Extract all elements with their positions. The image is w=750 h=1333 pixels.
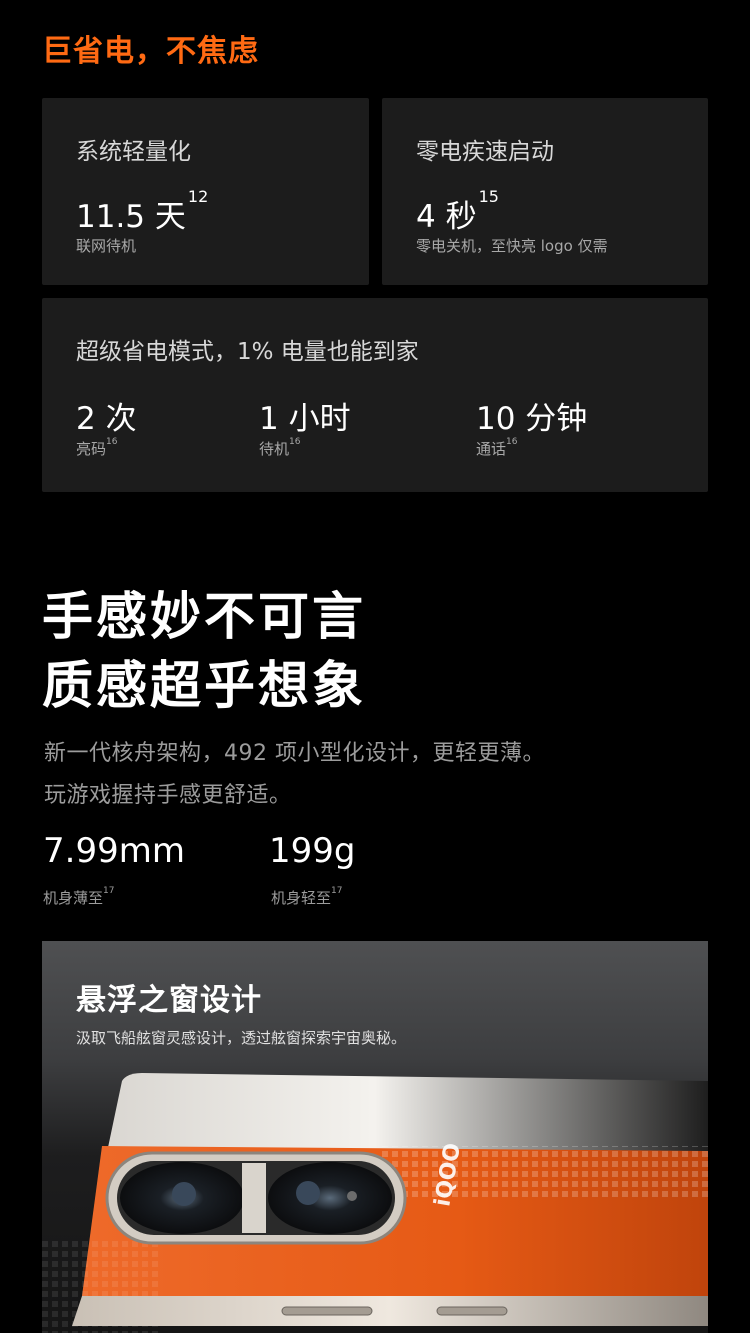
- standby-days-value: 11.5 天12: [76, 187, 208, 236]
- card-system-lightweight: 系统轻量化 11.5 天12 联网待机: [42, 98, 369, 285]
- value-text: 11.5 天: [76, 199, 186, 235]
- card-title: 系统轻量化: [76, 139, 191, 165]
- footnote-mark: 12: [187, 187, 209, 206]
- card-zero-power-boot: 零电疾速启动 4 秒15 零电关机，至快亮 logo 仅需: [382, 98, 708, 285]
- saver-item-value: 10 分钟: [476, 401, 588, 437]
- saver-item-note: 亮码16: [76, 437, 118, 458]
- card-note: 联网待机: [76, 237, 137, 255]
- value-text: 4 秒: [416, 199, 477, 235]
- card-title: 零电疾速启动: [416, 139, 554, 165]
- card-note: 零电关机，至快亮 logo 仅需: [416, 237, 608, 255]
- saver-item-value: 1 小时: [259, 401, 351, 437]
- card-super-saver: 超级省电模式，1% 电量也能到家 2 次 亮码16 1 小时 待机16 10 分…: [42, 298, 708, 492]
- feel-description-line2: 玩游戏握持手感更舒适。: [44, 783, 292, 808]
- footnote-mark: 15: [478, 187, 499, 206]
- saver-item-note: 待机16: [259, 437, 301, 458]
- saver-item-note: 通话16: [476, 437, 518, 458]
- thickness-note: 机身薄至17: [43, 886, 115, 907]
- boot-seconds-value: 4 秒15: [416, 187, 499, 236]
- feel-description-line1: 新一代核舟架构，492 项小型化设计，更轻更薄。: [44, 741, 545, 766]
- weight-note: 机身轻至17: [271, 886, 343, 907]
- thickness-value: 7.99mm: [43, 831, 185, 871]
- battery-heading: 巨省电，不焦虑: [42, 34, 259, 69]
- floating-window-promo: 悬浮之窗设计 汲取飞船舷窗灵感设计，透过舷窗探索宇宙奥秘。 iQOO: [42, 941, 708, 1333]
- weight-value: 199g: [269, 831, 356, 871]
- feel-title-line1: 手感妙不可言: [42, 588, 367, 647]
- saver-item-value: 2 次: [76, 401, 137, 437]
- card-title: 超级省电模式，1% 电量也能到家: [76, 339, 419, 365]
- feel-title-line2: 质感超乎想象: [42, 657, 367, 716]
- phone-camera-image: iQOO: [42, 1073, 708, 1333]
